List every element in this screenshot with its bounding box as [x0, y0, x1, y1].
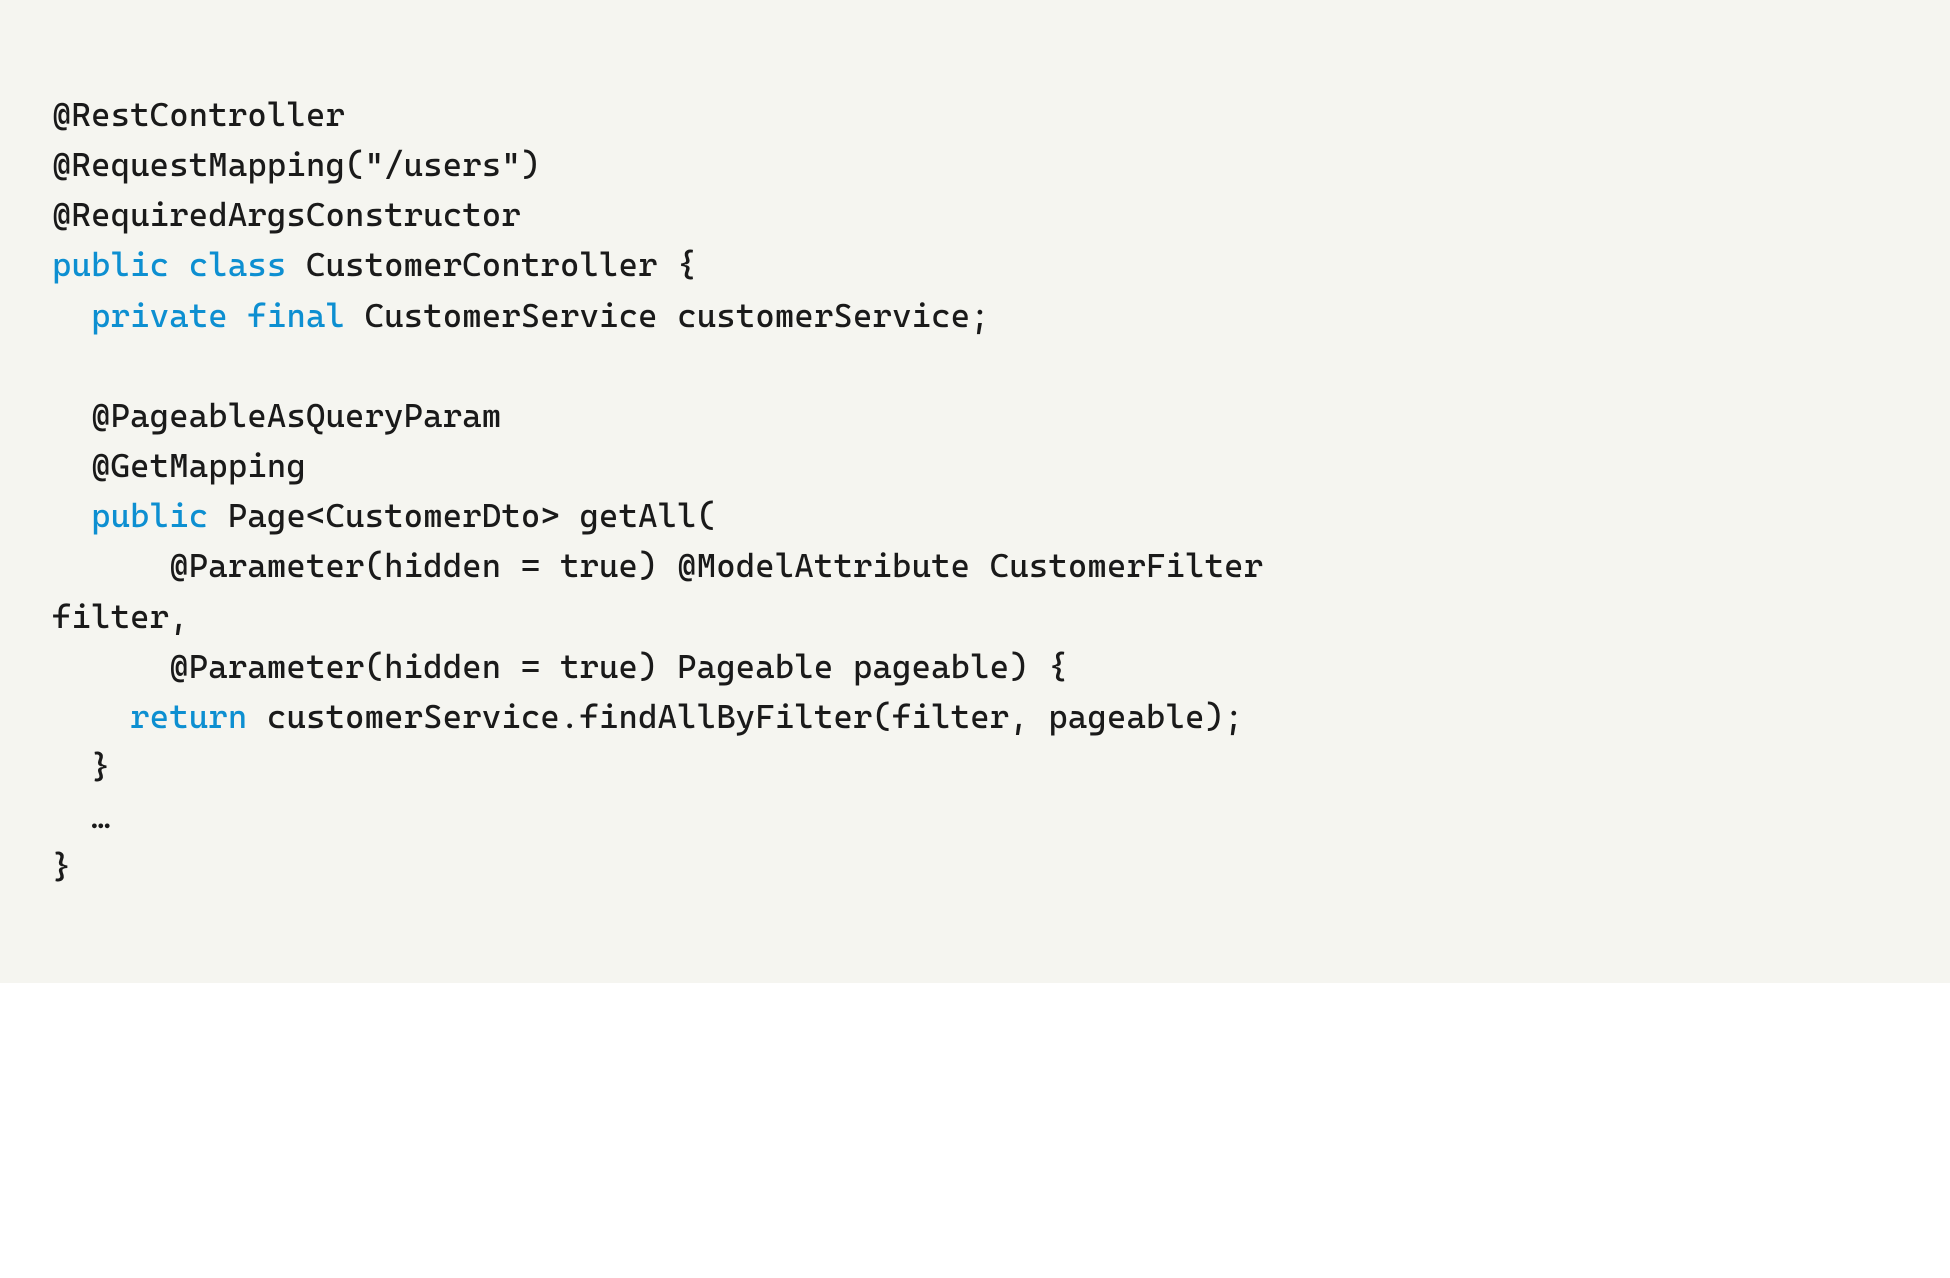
code-line: private final CustomerService customerSe… [52, 296, 990, 335]
code-line: filter, [52, 597, 189, 636]
code-line: … [52, 797, 111, 836]
code-text [52, 697, 130, 736]
keyword: final [247, 296, 345, 335]
code-line: @GetMapping [52, 446, 306, 485]
code-text: Page<CustomerDto> getAll( [208, 496, 716, 535]
code-line: @Parameter(hidden = true) @ModelAttribut… [52, 546, 1263, 585]
code-block: @RestController @RequestMapping("/users"… [0, 0, 1950, 983]
code-text: @Parameter(hidden = [52, 546, 560, 585]
code-text [169, 245, 189, 284]
code-text [52, 296, 91, 335]
code-text: CustomerController { [286, 245, 696, 284]
code-text: true [560, 647, 638, 686]
keyword: public [91, 496, 208, 535]
keyword: class [189, 245, 287, 284]
code-text: @RequestMapping( [52, 145, 365, 184]
code-line: public Page<CustomerDto> getAll( [52, 496, 716, 535]
code-text: true [560, 546, 638, 585]
code-line: @RequestMapping("/users") [52, 145, 540, 184]
code-text [52, 496, 91, 535]
code-line: @Parameter(hidden = true) Pageable pagea… [52, 647, 1068, 686]
code-line: @PageableAsQueryParam [52, 396, 501, 435]
code-text: ) [521, 145, 541, 184]
code-line: @RequiredArgsConstructor [52, 195, 521, 234]
code-line: public class CustomerController { [52, 245, 697, 284]
keyword: private [91, 296, 228, 335]
code-line: return customerService.findAllByFilter(f… [52, 697, 1244, 736]
keyword: return [130, 697, 247, 736]
code-text: @Parameter(hidden = [52, 647, 560, 686]
code-text: ) Pageable pageable) { [638, 647, 1068, 686]
code-line: } [52, 747, 111, 786]
keyword: public [52, 245, 169, 284]
code-line: } [52, 847, 72, 886]
code-text: ) @ModelAttribute CustomerFilter [638, 546, 1263, 585]
code-text [228, 296, 248, 335]
code-text: CustomerService customerService; [345, 296, 990, 335]
code-line: @RestController [52, 95, 345, 134]
code-text: customerService.findAllByFilter(filter, … [247, 697, 1243, 736]
code-text: "/users" [365, 145, 521, 184]
